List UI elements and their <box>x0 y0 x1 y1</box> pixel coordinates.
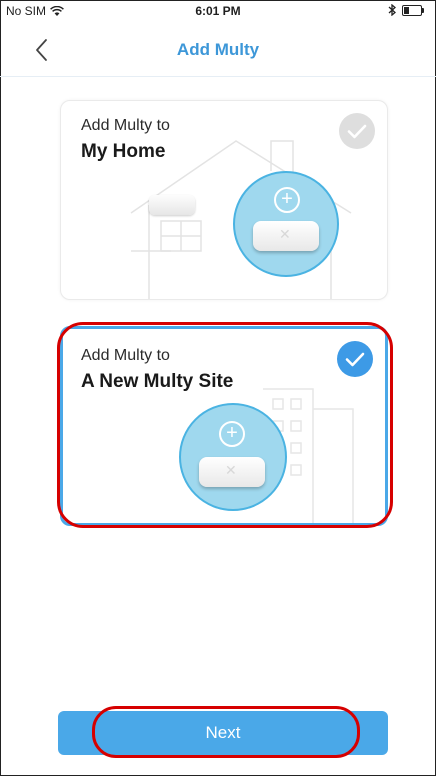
battery-icon <box>402 4 424 16</box>
checkmark-icon <box>337 341 373 377</box>
plus-icon: + <box>274 187 300 213</box>
device-circle: + ✕ <box>233 171 339 277</box>
option-line1: Add Multy to <box>81 117 170 134</box>
status-right <box>388 4 424 16</box>
nav-bar: Add Multy <box>0 24 436 77</box>
router-icon: ✕ <box>199 457 265 487</box>
battery-level <box>404 6 409 14</box>
status-time: 6:01 PM <box>195 4 241 18</box>
page-title: Add Multy <box>176 40 260 59</box>
secondary-device-illustration <box>149 195 195 215</box>
device-circle: + ✕ <box>179 403 287 511</box>
option-title: My Home <box>81 141 166 162</box>
next-button[interactable]: Next <box>58 711 388 755</box>
router-icon: ✕ <box>253 221 319 251</box>
plus-icon: + <box>219 421 245 447</box>
option-card-my-home[interactable]: Add Multy to My Home + ✕ <box>60 100 388 300</box>
option-line1: Add Multy to <box>81 347 170 364</box>
status-bar: No SIM 6:01 PM <box>0 0 436 24</box>
bluetooth-icon <box>388 4 396 16</box>
unchecked-icon <box>339 113 375 149</box>
option-card-new-site[interactable]: Add Multy to A New Multy Site + ✕ <box>60 326 388 526</box>
option-title: A New Multy Site <box>81 371 234 392</box>
